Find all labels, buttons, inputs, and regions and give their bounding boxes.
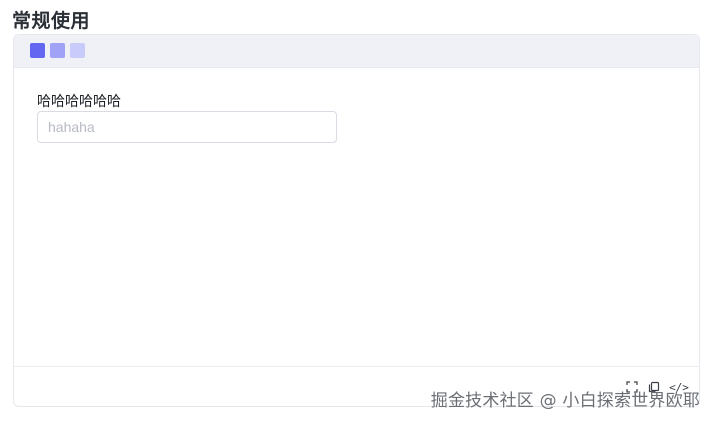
field-label: 哈哈哈哈哈哈 (37, 94, 121, 110)
watermark-text: 掘金技术社区 @ 小白探索世界欧耶 (430, 391, 700, 411)
page-root: 常规使用 哈哈哈哈哈哈 hahaha </> 掘金技术社区 @ 小白探索世界欧耶 (0, 0, 712, 424)
demo-preview: 哈哈哈哈哈哈 (14, 68, 699, 368)
dot-mid (50, 43, 65, 58)
demo-card: 哈哈哈哈哈哈 </> (13, 34, 700, 407)
dot-dark (30, 43, 45, 58)
dot-light (70, 43, 85, 58)
text-input[interactable] (37, 111, 337, 143)
card-header (14, 35, 699, 68)
form-field: 哈哈哈哈哈哈 (37, 93, 337, 143)
header-dots (30, 43, 85, 58)
section-title: 常规使用 (12, 10, 91, 32)
